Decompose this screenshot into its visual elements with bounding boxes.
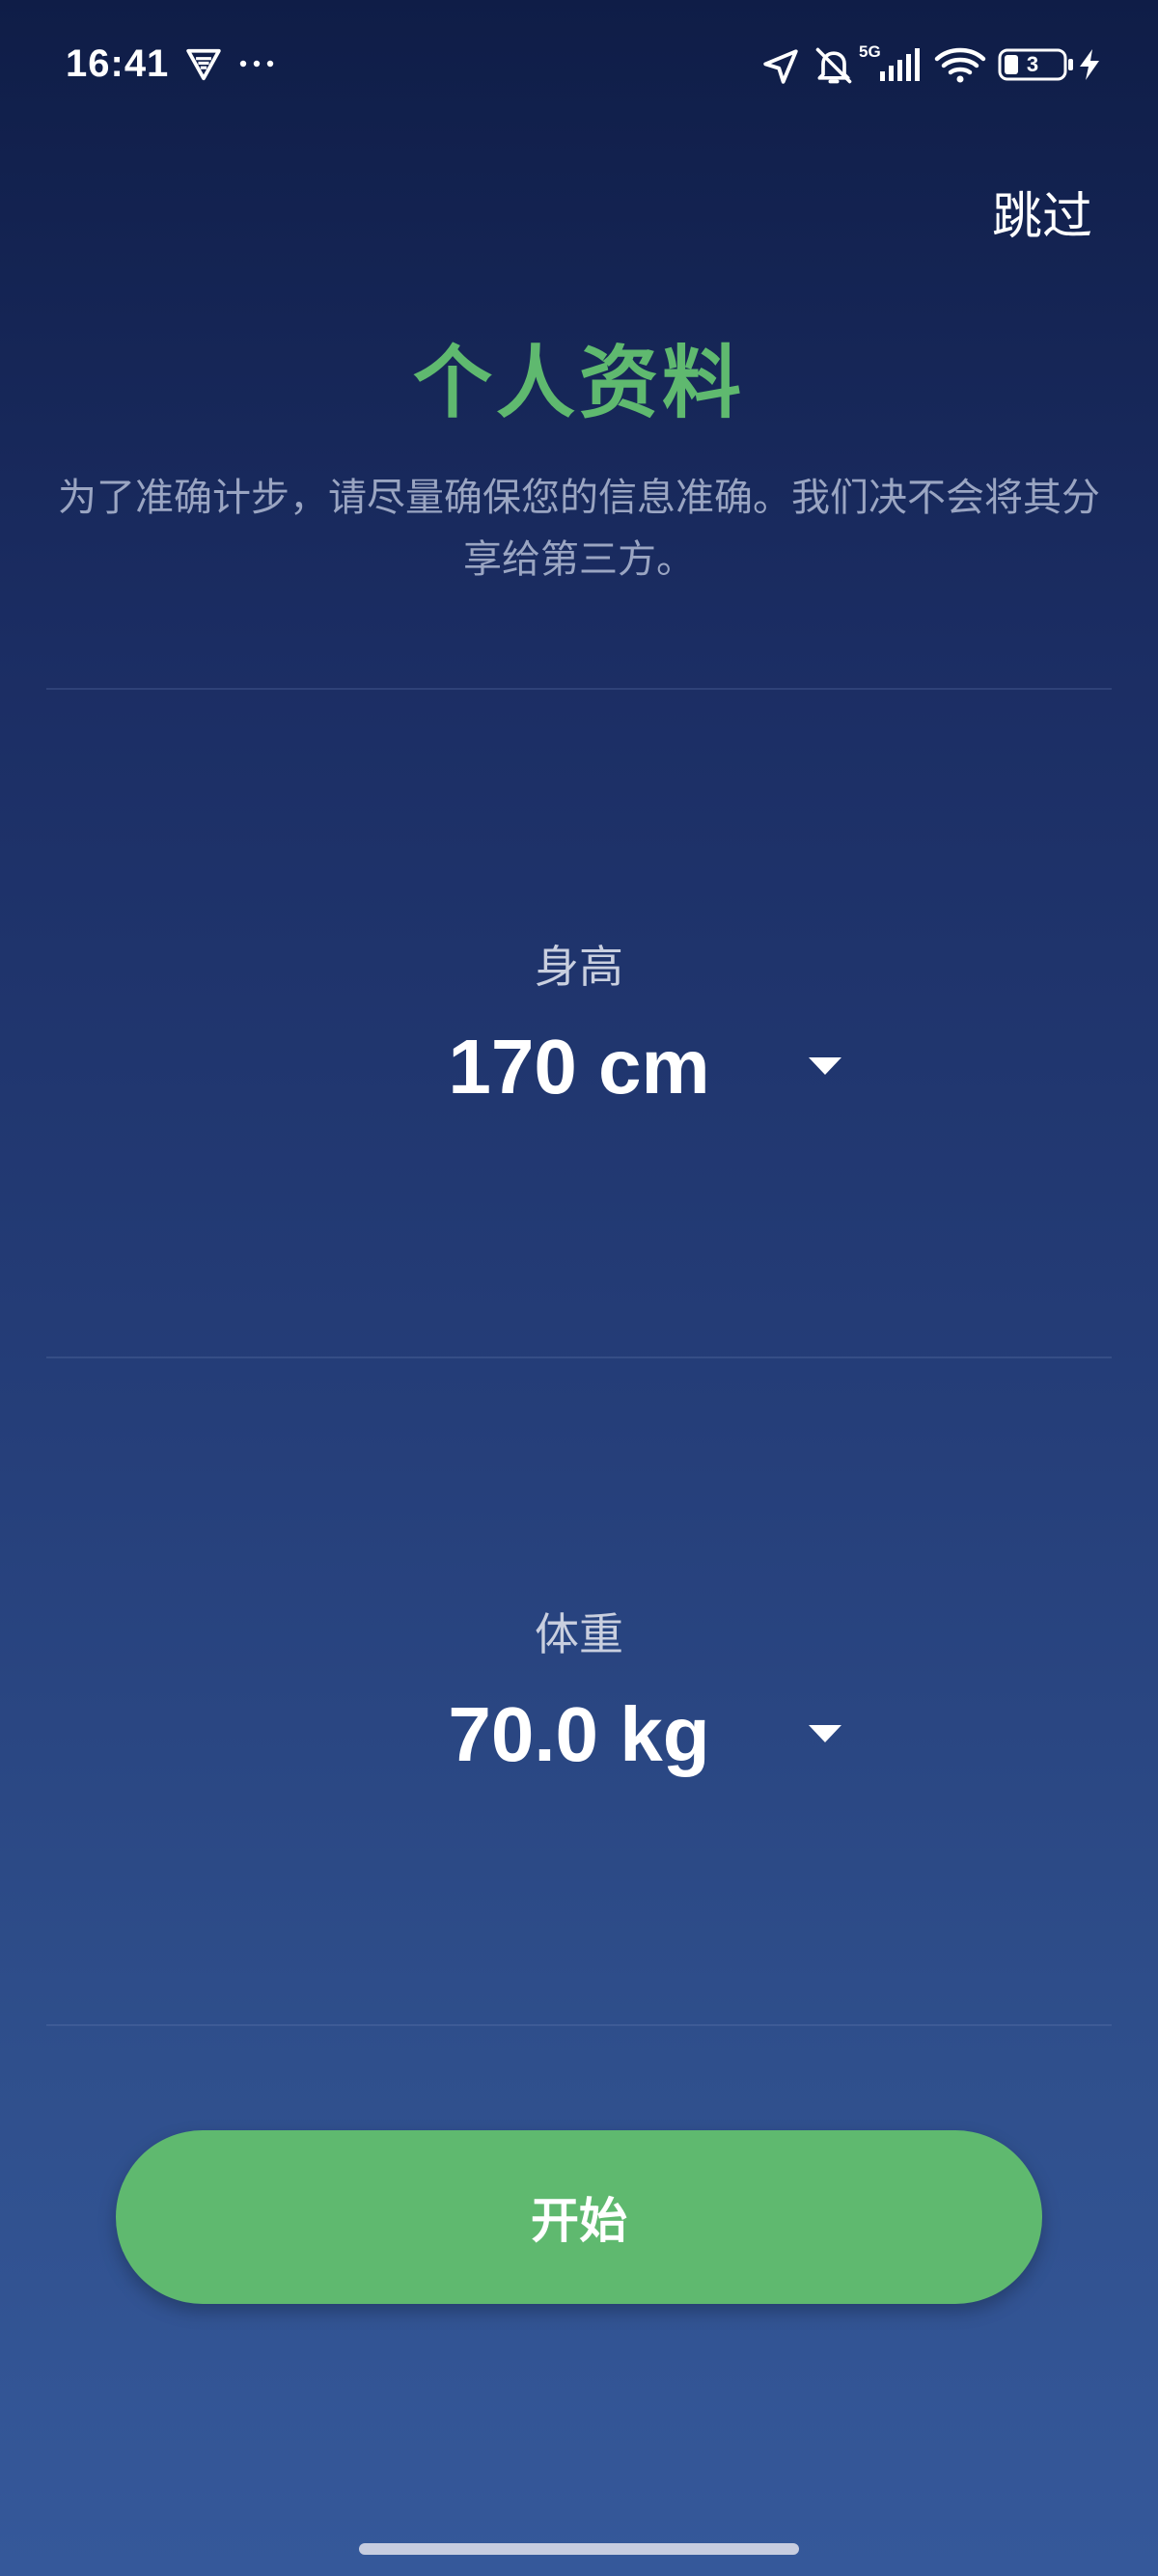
weight-value[interactable]: 70.0 kg [0,1690,1158,1779]
divider-middle [46,1357,1112,1358]
status-bar: 16:41 5G 3 [0,0,1158,135]
more-icon [239,60,274,68]
height-dropdown-arrow-icon[interactable] [809,1057,841,1075]
divider-bottom [46,2024,1112,2026]
page-subtitle: 为了准确计步，请尽量确保您的信息准确。我们决不会将其分享给第三方。 [58,476,1100,582]
bell-off-icon [815,47,852,84]
battery-level: 3 [1026,52,1039,76]
height-value[interactable]: 170 cm [0,1023,1158,1111]
location-icon [763,49,798,84]
divider-top [46,688,1112,690]
charging-icon [1080,49,1099,80]
weight-dropdown-arrow-icon[interactable] [809,1725,841,1742]
status-time: 16:41 [66,42,170,85]
weight-label: 体重 [535,1608,623,1660]
signal-icon [880,48,920,81]
start-button[interactable]: 开始 [116,2130,1042,2304]
vpn-icon [186,48,221,81]
height-label: 身高 [535,941,623,993]
wifi-icon [934,47,986,83]
home-indicator[interactable] [359,2543,799,2555]
page-title: 个人资料 [412,338,745,429]
skip-button[interactable]: 跳过 [992,176,1092,248]
